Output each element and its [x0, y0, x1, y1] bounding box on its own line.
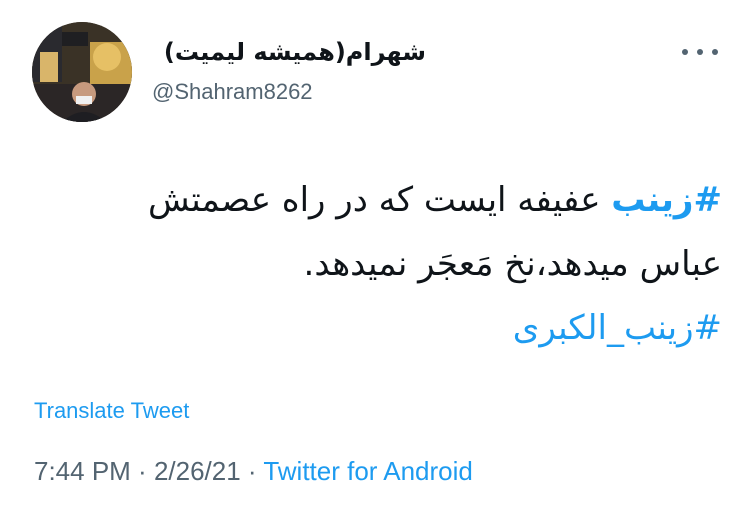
- tweet-time[interactable]: 7:44 PM: [34, 456, 131, 486]
- more-options-icon[interactable]: [682, 40, 718, 64]
- more-dot: [712, 49, 718, 55]
- tweet-source-link[interactable]: Twitter for Android: [263, 456, 473, 486]
- tweet-line-3: #زینب_الکبری: [62, 296, 722, 360]
- avatar[interactable]: [32, 22, 132, 122]
- meta-separator: ·: [130, 456, 154, 486]
- tweet-line-1-text: عفیفه ایست که در راه عصمتش: [147, 180, 612, 220]
- more-dot: [682, 49, 688, 55]
- hashtag-link[interactable]: #زینب_الکبری: [513, 308, 722, 348]
- hashtag-link[interactable]: #زینب: [611, 180, 722, 220]
- more-dot: [697, 49, 703, 55]
- tweet-date[interactable]: 2/26/21: [154, 456, 241, 486]
- display-name[interactable]: شهرام(همیشه لیمیت): [164, 38, 426, 66]
- tweet-text: #زینب عفیفه ایست که در راه عصمتش عباس می…: [62, 168, 722, 360]
- meta-separator: ·: [240, 456, 264, 486]
- tweet-card: شهرام(همیشه لیمیت) @Shahram8262 #زینب عف…: [0, 0, 748, 517]
- tweet-line-1: #زینب عفیفه ایست که در راه عصمتش: [62, 168, 722, 232]
- avatar-photo: [32, 22, 132, 122]
- translate-tweet-link[interactable]: Translate Tweet: [34, 398, 189, 424]
- user-handle[interactable]: @Shahram8262: [152, 79, 313, 105]
- tweet-line-2: عباس میدهد،نخ مَعجَر نمیدهد.: [303, 244, 722, 284]
- tweet-meta: 7:44 PM · 2/26/21 · Twitter for Android: [34, 456, 473, 487]
